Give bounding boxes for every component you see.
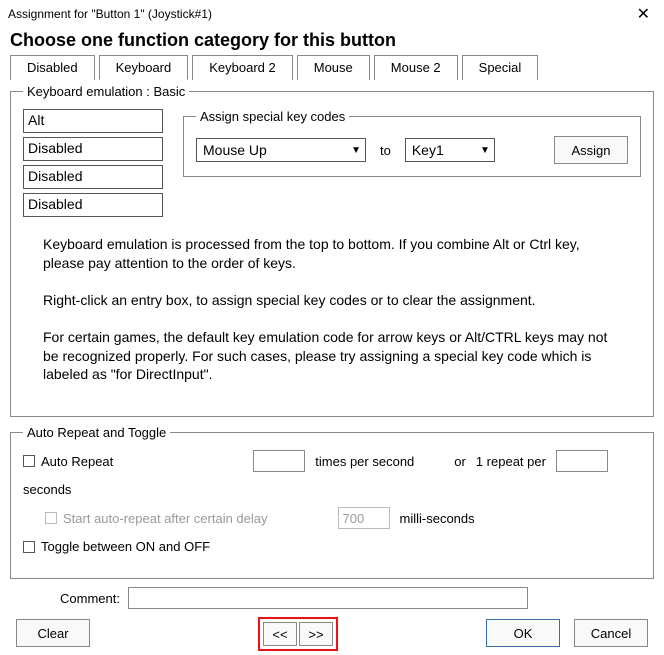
delay-unit-label: milli-seconds <box>400 511 475 526</box>
tabstrip: Disabled Keyboard Keyboard 2 Mouse Mouse… <box>10 55 654 80</box>
tab-keyboard[interactable]: Keyboard <box>99 55 189 80</box>
key-slot-3[interactable]: Disabled <box>23 165 163 189</box>
toggle-label: Toggle between ON and OFF <box>41 539 210 554</box>
start-delay-checkbox <box>45 512 57 524</box>
comment-label: Comment: <box>60 591 120 606</box>
note-1: Keyboard emulation is processed from the… <box>43 235 621 273</box>
auto-repeat-legend: Auto Repeat and Toggle <box>23 425 170 440</box>
assign-source-value: Mouse Up <box>203 142 267 158</box>
tab-keyboard-2[interactable]: Keyboard 2 <box>192 55 293 80</box>
next-button[interactable]: >> <box>299 622 333 646</box>
page-title: Choose one function category for this bu… <box>0 28 664 55</box>
start-delay-label: Start auto-repeat after certain delay <box>63 511 268 526</box>
times-per-second-label: times per second <box>315 454 414 469</box>
prev-button[interactable]: << <box>263 622 297 646</box>
seconds-input[interactable] <box>556 450 608 472</box>
tab-mouse-2[interactable]: Mouse 2 <box>374 55 458 80</box>
or-label: or <box>454 454 466 469</box>
chevron-down-icon: ▼ <box>480 145 490 156</box>
seconds-label: seconds <box>23 482 71 497</box>
tab-special[interactable]: Special <box>462 55 539 80</box>
keyboard-emulation-legend: Keyboard emulation : Basic <box>23 84 189 99</box>
delay-input: 700 <box>338 507 390 529</box>
ok-button[interactable]: OK <box>486 619 560 647</box>
note-2: Right-click an entry box, to assign spec… <box>43 291 621 310</box>
assign-to-label: to <box>376 143 395 158</box>
cancel-button[interactable]: Cancel <box>574 619 648 647</box>
chevron-down-icon: ▼ <box>351 145 361 156</box>
keyboard-emulation-group: Keyboard emulation : Basic Alt Disabled … <box>10 84 654 417</box>
close-icon[interactable]: ✕ <box>631 4 656 24</box>
clear-button[interactable]: Clear <box>16 619 90 647</box>
assign-button[interactable]: Assign <box>554 136 628 164</box>
key-slot-1[interactable]: Alt <box>23 109 163 133</box>
key-slot-2[interactable]: Disabled <box>23 137 163 161</box>
key-slot-4[interactable]: Disabled <box>23 193 163 217</box>
comment-input[interactable] <box>128 587 528 609</box>
assign-source-select[interactable]: Mouse Up ▼ <box>196 138 366 162</box>
times-per-second-input[interactable] <box>253 450 305 472</box>
auto-repeat-label: Auto Repeat <box>41 454 113 469</box>
repeat-per-label: 1 repeat per <box>476 454 546 469</box>
toggle-checkbox[interactable] <box>23 541 35 553</box>
window-title: Assignment for "Button 1" (Joystick#1) <box>8 7 212 21</box>
assign-target-select[interactable]: Key1 ▼ <box>405 138 495 162</box>
auto-repeat-group: Auto Repeat and Toggle Auto Repeat times… <box>10 425 654 579</box>
assign-special-legend: Assign special key codes <box>196 109 349 124</box>
tab-mouse[interactable]: Mouse <box>297 55 370 80</box>
tab-disabled[interactable]: Disabled <box>10 55 95 80</box>
auto-repeat-checkbox[interactable] <box>23 455 35 467</box>
assign-target-value: Key1 <box>412 142 444 158</box>
note-3: For certain games, the default key emula… <box>43 328 621 385</box>
notes: Keyboard emulation is processed from the… <box>43 235 621 384</box>
nav-buttons-highlight: << >> <box>258 617 338 651</box>
assign-special-group: Assign special key codes Mouse Up ▼ to K… <box>183 109 641 177</box>
